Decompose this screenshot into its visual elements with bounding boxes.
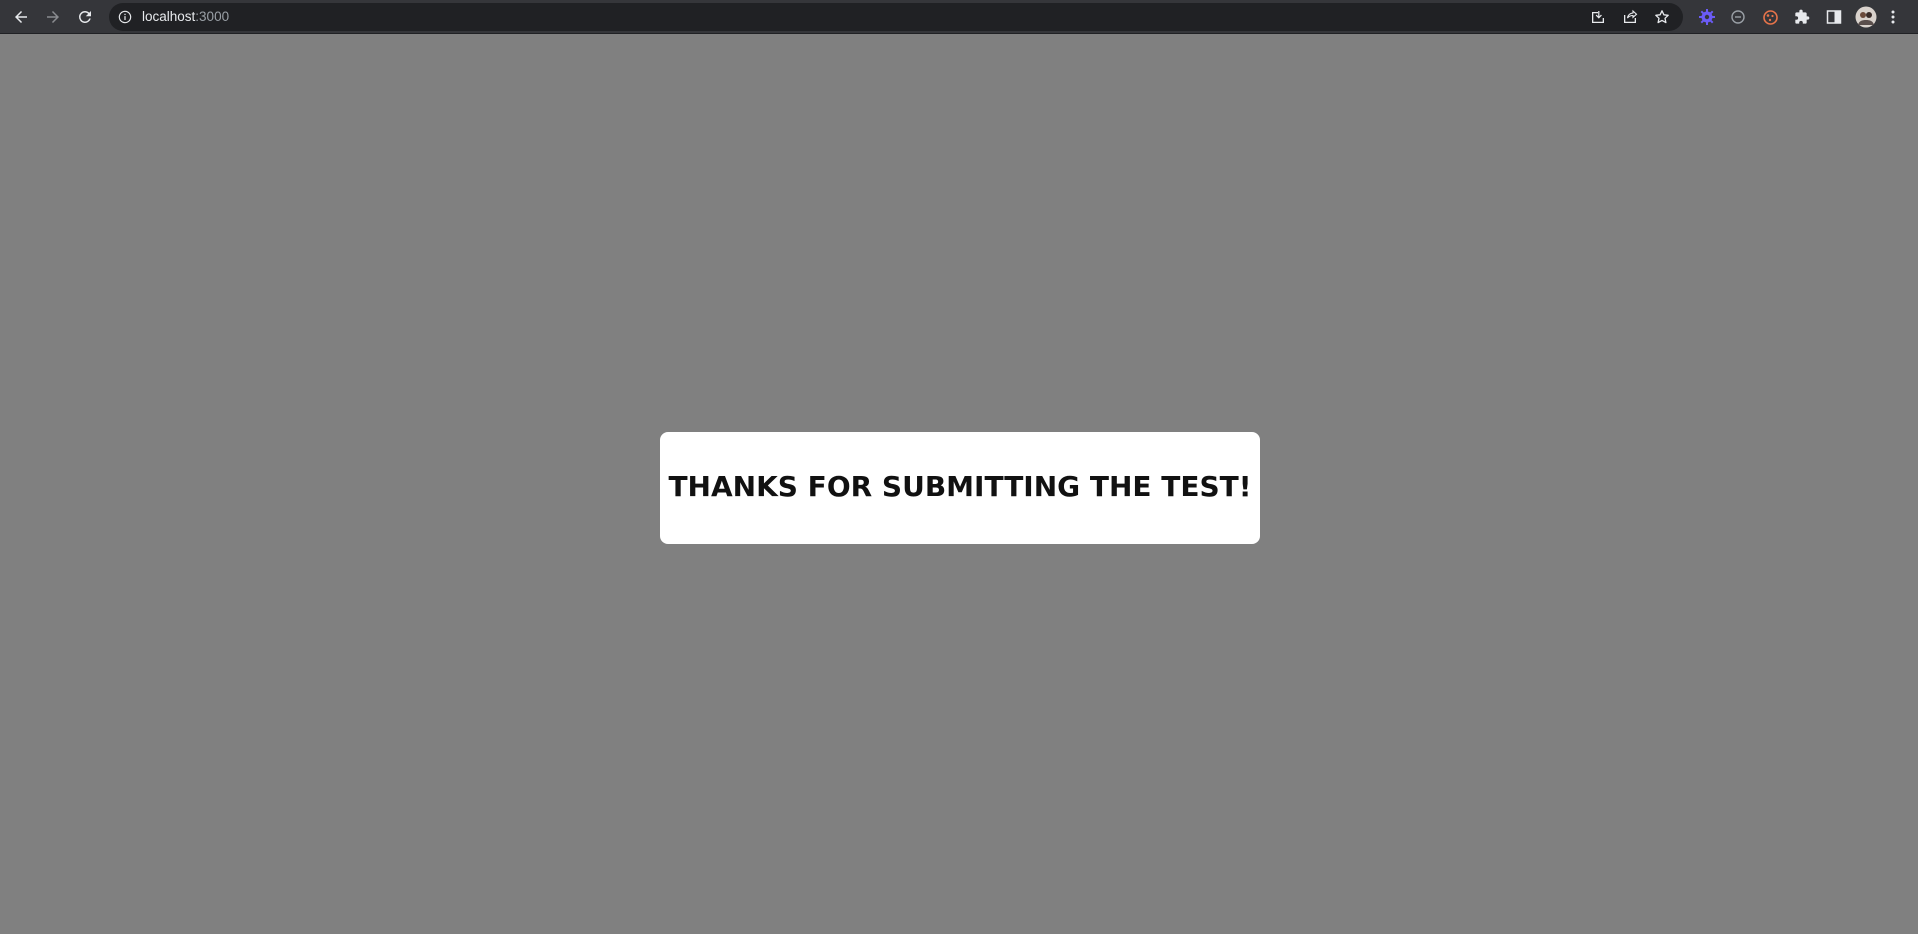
share-button[interactable]	[1621, 8, 1639, 26]
address-bar[interactable]: localhost:3000	[109, 3, 1683, 31]
install-app-icon	[1592, 11, 1604, 23]
url-port: :3000	[195, 9, 230, 24]
kebab-menu-icon	[1891, 10, 1895, 24]
forward-arrow-icon	[47, 11, 59, 23]
side-panel-icon	[1826, 10, 1842, 24]
puzzle-icon	[1795, 9, 1810, 24]
page-overlay: THANKS FOR SUBMITTING THE TEST!	[0, 34, 1918, 934]
profile-button[interactable]	[1855, 6, 1877, 28]
circle-extension-icon	[1731, 10, 1745, 24]
extension-3-button[interactable]	[1759, 6, 1781, 28]
back-button[interactable]	[9, 5, 33, 29]
reload-icon	[78, 10, 91, 23]
cookie-extension-icon	[1762, 9, 1778, 25]
extensions-menu-button[interactable]	[1791, 6, 1813, 28]
url-host: localhost	[142, 9, 196, 24]
info-icon[interactable]	[118, 10, 132, 24]
purple-gear-extension-icon	[1699, 9, 1715, 25]
star-icon	[1655, 10, 1669, 24]
extension-1-button[interactable]	[1696, 6, 1718, 28]
back-arrow-icon	[15, 11, 27, 23]
avatar	[1855, 6, 1877, 28]
extension-2-button[interactable]	[1727, 6, 1749, 28]
reload-button[interactable]	[73, 5, 97, 29]
bookmark-button[interactable]	[1653, 8, 1671, 26]
share-icon	[1624, 9, 1638, 23]
submission-dialog: THANKS FOR SUBMITTING THE TEST!	[660, 432, 1260, 544]
browser-menu-button[interactable]	[1882, 6, 1904, 28]
forward-button[interactable]	[41, 5, 65, 29]
side-panel-button[interactable]	[1823, 6, 1845, 28]
confirmation-message: THANKS FOR SUBMITTING THE TEST!	[668, 469, 1252, 503]
url-text[interactable]: localhost:3000	[142, 3, 229, 31]
browser-toolbar: localhost:3000	[0, 0, 1918, 34]
install-app-button[interactable]	[1589, 8, 1607, 26]
